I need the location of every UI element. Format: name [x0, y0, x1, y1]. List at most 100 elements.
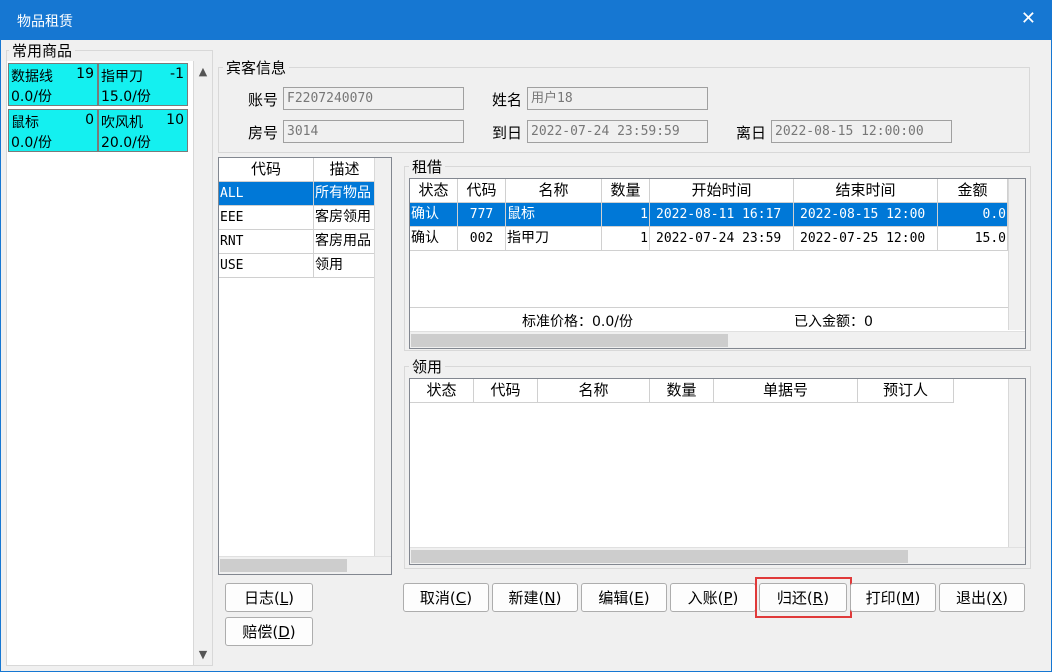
favorite-item[interactable]: 指甲刀 -1 15.0/份 [98, 63, 188, 106]
rental-header-code[interactable]: 代码 [458, 179, 506, 203]
cancel-button-label: 取消( [419, 589, 456, 607]
usage-header-code[interactable]: 代码 [474, 379, 538, 403]
compensate-button[interactable]: 赔偿(D) [225, 617, 313, 646]
rental-qty[interactable]: 1 [602, 227, 650, 251]
rental-grid[interactable]: 状态 代码 名称 数量 开始时间 结束时间 金额 确认 777 鼠标 1 202… [409, 178, 1026, 349]
usage-hscroll-thumb[interactable] [411, 550, 908, 563]
rental-header-qty[interactable]: 数量 [602, 179, 650, 203]
exit-button[interactable]: 退出(X) [939, 583, 1025, 612]
favorite-item-price: 15.0/份 [101, 89, 151, 105]
rental-name[interactable]: 鼠标 [506, 203, 602, 227]
rental-amount[interactable]: 0.0 [938, 203, 1008, 227]
favorite-item-price: 20.0/份 [101, 135, 151, 151]
favorites-legend: 常用商品 [9, 42, 76, 60]
category-desc[interactable]: 领用 [314, 254, 376, 278]
rental-start[interactable]: 2022-07-24 23:59 [650, 227, 794, 251]
rental-code[interactable]: 777 [458, 203, 506, 227]
rental-header-end[interactable]: 结束时间 [794, 179, 938, 203]
return-button-end: ) [823, 589, 830, 607]
rental-header-name[interactable]: 名称 [506, 179, 602, 203]
log-button-label: 日志( [243, 589, 280, 607]
print-button[interactable]: 打印(M) [850, 583, 936, 612]
standard-price-text: 标准价格：0.0/份 [522, 314, 633, 330]
cancel-button[interactable]: 取消(C) [403, 583, 489, 612]
post-button-label: 入账( [687, 589, 724, 607]
usage-vscroll[interactable] [1008, 379, 1025, 547]
usage-header-doc-no[interactable]: 单据号 [714, 379, 858, 403]
edit-button[interactable]: 编辑(E) [581, 583, 667, 612]
category-code[interactable]: EEE [219, 206, 314, 230]
category-hscroll[interactable] [219, 556, 391, 574]
favorite-item[interactable]: 数据线 19 0.0/份 [8, 63, 98, 106]
usage-legend: 领用 [409, 358, 446, 376]
rental-header-start[interactable]: 开始时间 [650, 179, 794, 203]
room-label: 房号 [248, 124, 279, 142]
favorite-item-name: 吹风机 [101, 115, 143, 131]
rental-name[interactable]: 指甲刀 [506, 227, 602, 251]
depart-date-field[interactable]: 2022-08-15 12:00:00 [771, 120, 952, 143]
favorite-item[interactable]: 鼠标 0 0.0/份 [8, 109, 98, 152]
compensate-button-key: D [278, 623, 290, 641]
scroll-down-icon[interactable]: ▼ [194, 648, 212, 661]
close-icon[interactable]: ✕ [1021, 8, 1036, 29]
category-code[interactable]: USE [219, 254, 314, 278]
favorite-item[interactable]: 吹风机 10 20.0/份 [98, 109, 188, 152]
cancel-button-key: C [455, 589, 467, 607]
guest-info-legend: 宾客信息 [223, 59, 290, 77]
print-button-label: 打印( [865, 589, 902, 607]
scroll-up-icon[interactable]: ▲ [194, 65, 212, 78]
favorite-item-price: 0.0/份 [11, 135, 52, 151]
rental-end[interactable]: 2022-08-15 12:00 [794, 203, 938, 227]
category-header-code[interactable]: 代码 [219, 158, 314, 182]
rental-code[interactable]: 002 [458, 227, 506, 251]
name-label: 姓名 [492, 91, 523, 109]
category-hscroll-thumb[interactable] [220, 559, 347, 572]
rental-header-status[interactable]: 状态 [410, 179, 458, 203]
rental-start[interactable]: 2022-08-11 16:17 [650, 203, 794, 227]
log-button-key: L [279, 589, 289, 607]
usage-header-status[interactable]: 状态 [410, 379, 474, 403]
usage-grid[interactable]: 状态 代码 名称 数量 单据号 预订人 [409, 378, 1026, 565]
arrive-date-field[interactable]: 2022-07-24 23:59:59 [527, 120, 708, 143]
compensate-button-label: 赔偿( [242, 623, 279, 641]
rental-header-amount[interactable]: 金额 [938, 179, 1008, 203]
account-field[interactable]: F2207240070 [283, 87, 464, 110]
rental-hscroll-thumb[interactable] [411, 334, 728, 347]
favorite-item-count: 0 [85, 112, 94, 128]
category-code[interactable]: RNT [219, 230, 314, 254]
favorites-list: 数据线 19 0.0/份 指甲刀 -1 15.0/份 鼠标 0 0.0/份 吹风… [7, 61, 212, 665]
title-bar: 物品租赁 ✕ [0, 0, 1052, 40]
favorite-item-name: 数据线 [11, 69, 53, 85]
rental-status[interactable]: 确认 [410, 227, 458, 251]
favorite-item-count: 19 [76, 66, 94, 82]
favorites-scrollbar[interactable]: ▲ ▼ [193, 61, 212, 665]
room-field[interactable]: 3014 [283, 120, 464, 143]
rental-end[interactable]: 2022-07-25 12:00 [794, 227, 938, 251]
category-grid[interactable]: 代码 描述 ALL 所有物品 EEE 客房领用 RNT 客房用品 USE 领用 [218, 157, 392, 575]
edit-button-label: 编辑( [598, 589, 635, 607]
category-header-desc[interactable]: 描述 [314, 158, 376, 182]
rental-qty[interactable]: 1 [602, 203, 650, 227]
category-desc[interactable]: 客房领用 [314, 206, 376, 230]
usage-header-qty[interactable]: 数量 [650, 379, 714, 403]
return-button[interactable]: 归还(R) [759, 583, 847, 612]
category-code[interactable]: ALL [219, 182, 314, 206]
new-button-label: 新建( [508, 589, 545, 607]
category-desc[interactable]: 客房用品 [314, 230, 376, 254]
edit-button-key: E [634, 589, 644, 607]
usage-hscroll[interactable] [410, 547, 1025, 564]
rental-vscroll[interactable] [1008, 179, 1025, 330]
favorite-item-count: -1 [170, 66, 184, 82]
rental-hscroll[interactable] [410, 331, 1025, 348]
name-field[interactable]: 用户18 [527, 87, 708, 110]
rental-status[interactable]: 确认 [410, 203, 458, 227]
log-button[interactable]: 日志(L) [225, 583, 313, 612]
rental-amount[interactable]: 15.0 [938, 227, 1008, 251]
category-desc[interactable]: 所有物品 [314, 182, 376, 206]
post-button[interactable]: 入账(P) [670, 583, 756, 612]
category-vscroll[interactable] [374, 158, 391, 556]
usage-header-booker[interactable]: 预订人 [858, 379, 954, 403]
compensate-button-end: ) [289, 623, 296, 641]
usage-header-name[interactable]: 名称 [538, 379, 650, 403]
new-button[interactable]: 新建(N) [492, 583, 578, 612]
